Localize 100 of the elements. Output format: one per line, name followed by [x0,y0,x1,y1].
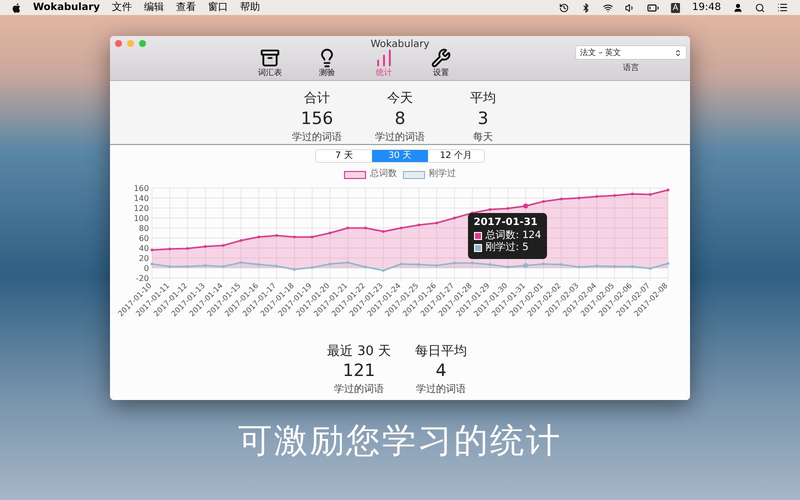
data-point [382,230,385,232]
data-point [523,203,528,208]
data-point [222,244,225,246]
data-point [488,262,492,266]
stat-title: 今天 [387,90,413,108]
data-point [257,262,260,266]
data-point [275,264,278,267]
apple-logo-icon[interactable] [12,2,21,12]
bluetooth-icon[interactable] [580,2,591,12]
stat-caption: 学过的词语 [334,382,384,398]
data-point [257,235,260,238]
data-point [595,194,598,198]
data-point [648,192,652,196]
data-point [364,265,367,268]
range-tab[interactable]: 12 个月 [428,150,484,162]
stat-caption: 每天 [473,130,493,145]
range-tab[interactable]: 7 天 [316,150,372,162]
stepper-icon [674,48,682,56]
data-point [204,264,207,266]
toolbar-tab[interactable]: 词汇表 [250,48,290,78]
app-menu[interactable]: Wokabulary [33,0,100,15]
data-point [150,248,154,251]
volume-icon[interactable] [624,2,635,12]
stat-title: 最近 30 天 [327,342,391,360]
data-point [292,235,296,238]
data-point [346,226,350,229]
menu-item[interactable]: 文件 [112,0,132,15]
language-label: 语言 [623,62,639,74]
stat-value: 156 [300,108,334,130]
data-point [400,226,402,229]
data-point [435,264,438,266]
data-point [168,247,172,250]
y-tick-label: 0 [144,264,149,272]
data-point [364,226,367,229]
list-icon[interactable] [777,2,788,13]
data-point [506,265,510,268]
data-point [595,264,598,267]
data-point [542,262,545,265]
data-point [240,238,242,242]
data-point [453,261,456,264]
y-tick-label: 60 [138,234,149,242]
menu-item[interactable]: 窗口 [208,0,228,15]
data-point [400,262,402,265]
data-point [613,194,616,196]
wrench-icon [431,48,451,68]
data-point [150,262,154,265]
data-point [418,262,420,266]
legend-label: 总词数 [370,168,397,181]
stat-title: 平均 [470,90,496,108]
input-source-indicator[interactable]: A [670,2,680,12]
data-point [613,264,616,268]
data-point [453,216,456,219]
language-select[interactable]: 法文 – 英文 [576,46,686,59]
tooltip-value: 总词数: 124 [486,230,542,242]
stat-title: 合计 [304,90,330,108]
data-point [666,188,670,191]
data-point [310,235,314,238]
menu-item[interactable]: 编辑 [144,0,164,15]
data-point [204,244,207,248]
menu-item[interactable]: 帮助 [240,0,260,15]
stat-caption: 学过的词语 [292,130,342,145]
data-point [275,234,278,236]
data-point [435,221,438,224]
stat-caption: 学过的词语 [416,382,466,398]
wifi-icon[interactable] [602,2,613,12]
data-point [666,262,670,264]
data-point [240,260,242,264]
y-tick-label: 160 [134,184,149,192]
stat-value: 4 [436,361,446,382]
data-point [488,208,492,210]
data-point [186,246,189,250]
search-icon[interactable] [755,2,765,12]
menu-clock[interactable]: 19:48 [692,0,721,15]
data-point [560,262,563,266]
data-point [310,266,314,268]
stat-value: 8 [394,108,406,130]
data-point [222,264,225,268]
data-point [523,262,528,268]
y-tick-label: 100 [134,214,149,222]
data-point [382,268,385,272]
data-point [470,261,474,264]
data-point [631,192,634,195]
history-icon[interactable] [558,2,569,12]
battery-icon[interactable] [646,2,659,14]
stat-value: 3 [478,108,488,130]
data-point [631,264,634,268]
y-tick-label: 120 [134,204,149,212]
data-point [168,264,172,268]
legend-label: 刚学过 [429,168,456,181]
user-icon[interactable] [733,2,743,12]
toolbar-tab[interactable]: 测验 [307,48,347,78]
data-point [346,260,350,264]
y-tick-label: -20 [136,274,149,282]
data-point [328,262,332,265]
tray-icon [260,48,280,68]
data-point [560,197,563,200]
menu-item[interactable]: 查看 [176,0,196,15]
y-tick-label: 20 [138,254,149,262]
data-point [418,223,420,226]
y-tick-label: 40 [138,244,149,252]
